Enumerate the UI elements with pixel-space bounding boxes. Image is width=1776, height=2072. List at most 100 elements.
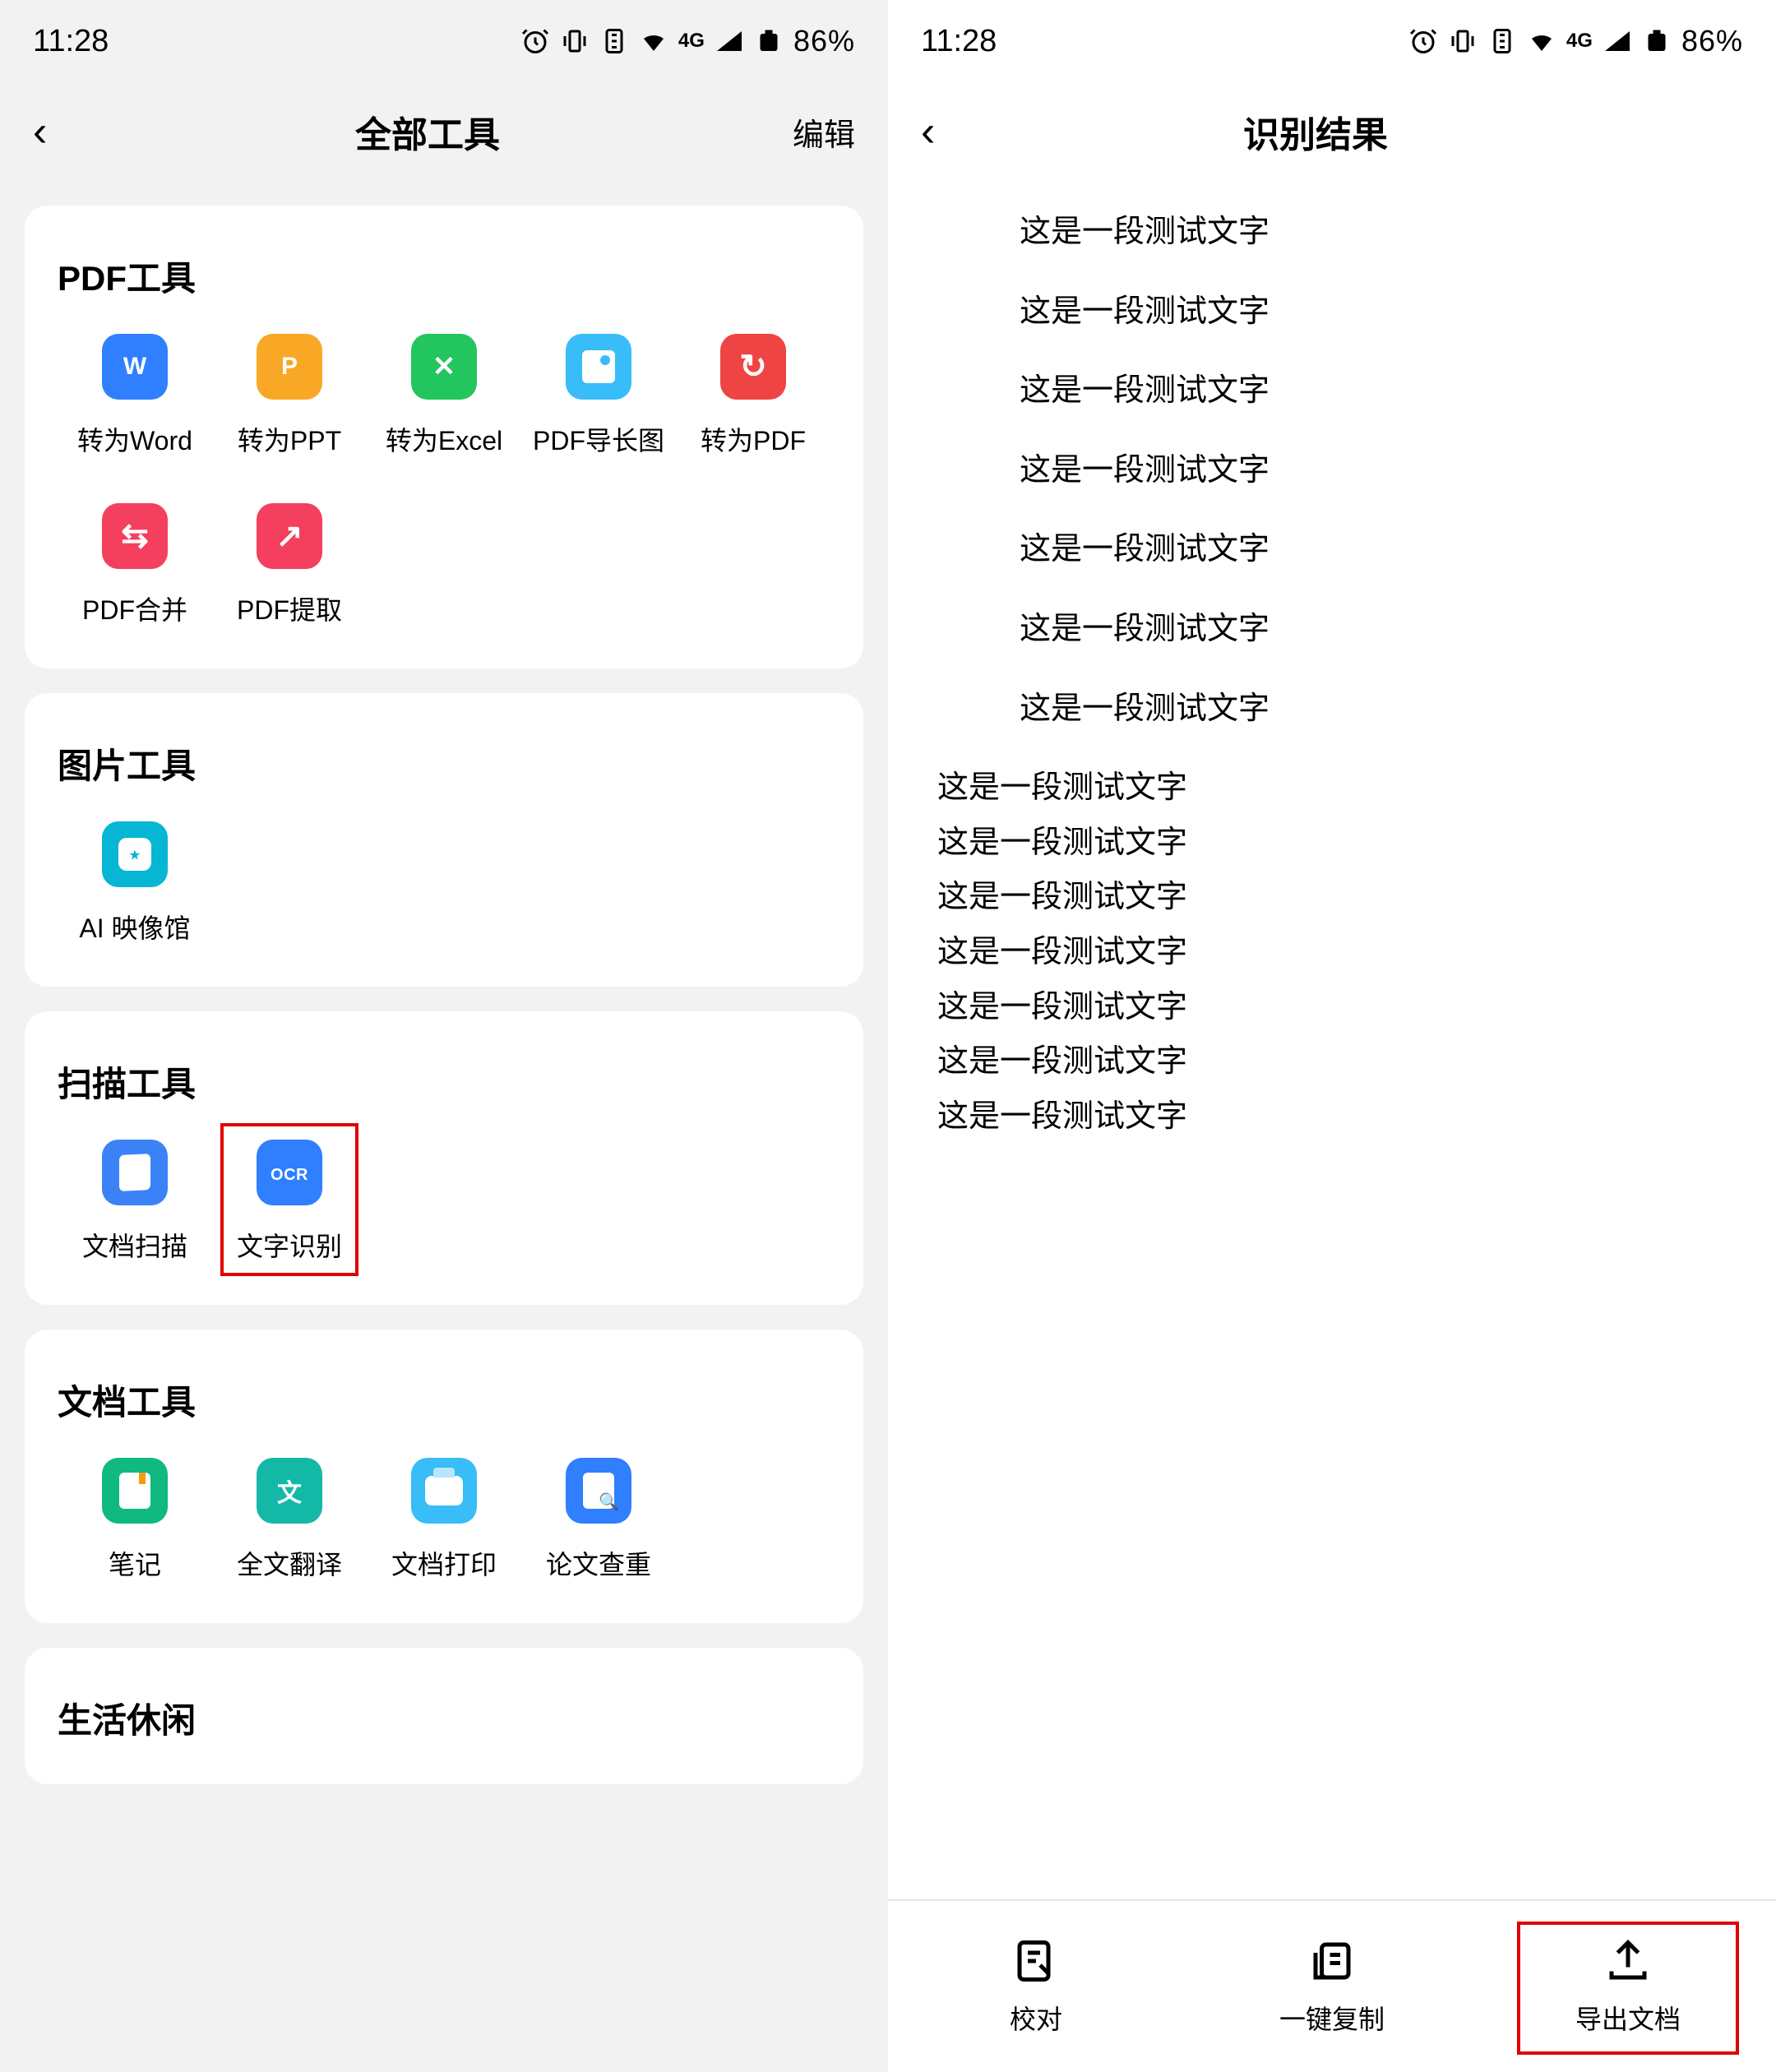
ocr-result-body: 这是一段测试文字 这是一段测试文字 这是一段测试文字 这是一段测试文字 这是一段… (888, 181, 1776, 1143)
word-icon (102, 334, 168, 400)
vibrate-icon (1448, 26, 1478, 56)
tool-to-pdf[interactable]: 转为PDF (676, 334, 830, 458)
ocr-line: 这是一段测试文字 (1020, 682, 1735, 736)
extract-icon (257, 503, 322, 569)
action-label: 校对 (1010, 1999, 1062, 2037)
tool-long-image[interactable]: PDF导长图 (521, 334, 676, 458)
section-lifestyle: 生活休闲 (25, 1648, 863, 1784)
action-label: 导出文档 (1575, 1999, 1681, 2037)
tool-label: PDF提取 (237, 590, 342, 627)
back-button[interactable]: ‹ (33, 107, 82, 156)
ocr-line: 这是一段测试文字 (937, 1035, 1735, 1089)
vibrate-icon (560, 26, 590, 56)
ocr-line: 这是一段测试文字 (937, 981, 1735, 1034)
tool-to-word[interactable]: 转为Word (58, 334, 212, 458)
ocr-line: 这是一段测试文字 (937, 816, 1735, 870)
battery-icon (1642, 26, 1672, 56)
image-icon (566, 334, 631, 400)
status-bar: 11:28 4G 86% (888, 0, 1776, 82)
tool-ocr[interactable]: 文字识别 (212, 1140, 367, 1264)
export-icon (1603, 1936, 1653, 1986)
ocr-line: 这是一段测试文字 (1020, 523, 1735, 576)
status-icons: 4G 86% (1408, 24, 1743, 58)
wifi-icon (1527, 26, 1556, 56)
merge-icon (102, 503, 168, 569)
action-export-doc[interactable]: 导出文档 (1480, 1936, 1776, 2037)
ocr-line: 这是一段测试文字 (1020, 444, 1735, 497)
section-scan-tools: 扫描工具 文档扫描 文字识别 (25, 1011, 863, 1305)
status-bar: 11:28 4G 86% (0, 0, 888, 82)
page-title: 识别结果 (970, 105, 1661, 158)
ocr-line: 这是一段测试文字 (937, 1090, 1735, 1144)
tool-label: PDF合并 (82, 590, 187, 627)
tool-print[interactable]: 文档打印 (367, 1458, 521, 1582)
scan-icon (102, 1140, 168, 1205)
tool-label: AI 映像馆 (79, 908, 190, 946)
tool-plagiarism-check[interactable]: 论文查重 (521, 1458, 676, 1582)
section-doc-tools: 文档工具 笔记 全文翻译 文档打印 论文查重 (25, 1330, 863, 1623)
sim-icon (1487, 26, 1517, 56)
ocr-line: 这是一段测试文字 (1020, 364, 1735, 418)
ocr-icon (257, 1140, 322, 1205)
ocr-line: 这是一段测试文字 (937, 761, 1735, 815)
back-button[interactable]: ‹ (921, 107, 970, 156)
network-type: 4G (1566, 30, 1593, 53)
ocr-line: 这是一段测试文字 (1020, 206, 1735, 259)
action-copy-all[interactable]: 一键复制 (1184, 1936, 1480, 2037)
tool-label: 转为Word (77, 420, 192, 458)
sim-icon (599, 26, 629, 56)
section-title: 扫描工具 (58, 1057, 830, 1107)
section-pdf-tools: PDF工具 转为Word 转为PPT 转为Excel PDF导长图 (25, 206, 863, 668)
edit-button[interactable]: 编辑 (773, 109, 855, 155)
tool-label: 论文查重 (546, 1544, 651, 1582)
tool-label: 文档打印 (391, 1544, 497, 1582)
status-time: 11:28 (33, 24, 109, 59)
status-icons: 4G 86% (520, 24, 855, 58)
ocr-line: 这是一段测试文字 (937, 871, 1735, 924)
tool-notes[interactable]: 笔记 (58, 1458, 212, 1582)
ocr-line: 这是一段测试文字 (937, 926, 1735, 979)
tool-label: 转为PDF (701, 420, 806, 458)
signal-icon (715, 26, 744, 56)
section-image-tools: 图片工具 AI 映像馆 (25, 693, 863, 987)
excel-icon (411, 334, 477, 400)
signal-icon (1603, 26, 1632, 56)
tool-label: 全文翻译 (237, 1544, 342, 1582)
section-title: 文档工具 (58, 1375, 830, 1425)
ppt-icon (257, 334, 322, 400)
alarm-icon (1408, 26, 1438, 56)
tool-translate[interactable]: 全文翻译 (212, 1458, 367, 1582)
action-label: 一键复制 (1279, 1999, 1385, 2037)
tool-label: PDF导长图 (533, 420, 664, 458)
tool-pdf-merge[interactable]: PDF合并 (58, 503, 212, 627)
nav-bar-right: ‹ 识别结果 (888, 82, 1776, 181)
copy-icon (1307, 1936, 1357, 1986)
tool-doc-scan[interactable]: 文档扫描 (58, 1140, 212, 1264)
ocr-line: 这是一段测试文字 (1020, 603, 1735, 656)
tool-label: 转为PPT (238, 420, 341, 458)
tool-to-ppt[interactable]: 转为PPT (212, 334, 367, 458)
battery-percent: 86% (1681, 24, 1743, 58)
nav-bar-left: ‹ 全部工具 编辑 (0, 82, 888, 181)
network-type: 4G (678, 30, 705, 53)
section-title: 生活休闲 (58, 1693, 830, 1743)
ai-gallery-icon (102, 821, 168, 887)
note-icon (102, 1458, 168, 1524)
tool-to-excel[interactable]: 转为Excel (367, 334, 521, 458)
print-icon (411, 1458, 477, 1524)
tool-pdf-extract[interactable]: PDF提取 (212, 503, 367, 627)
tool-label: 转为Excel (386, 420, 502, 458)
ocr-text-block-left: 这是一段测试文字 这是一段测试文字 这是一段测试文字 这是一段测试文字 这是一段… (937, 761, 1735, 1143)
status-time: 11:28 (921, 24, 997, 59)
tool-ai-gallery[interactable]: AI 映像馆 (58, 821, 212, 946)
battery-icon (754, 26, 784, 56)
tool-label: 文字识别 (237, 1226, 342, 1264)
ocr-line: 这是一段测试文字 (1020, 285, 1735, 339)
page-title: 全部工具 (82, 105, 773, 158)
action-proofread[interactable]: 校对 (888, 1936, 1184, 2037)
bottom-action-bar: 校对 一键复制 导出文档 (888, 1899, 1776, 2072)
proofread-icon (1011, 1936, 1061, 1986)
pdf-icon (720, 334, 786, 400)
section-title: 图片工具 (58, 738, 830, 789)
ocr-text-block-centered: 这是一段测试文字 这是一段测试文字 这是一段测试文字 这是一段测试文字 这是一段… (1020, 206, 1735, 735)
